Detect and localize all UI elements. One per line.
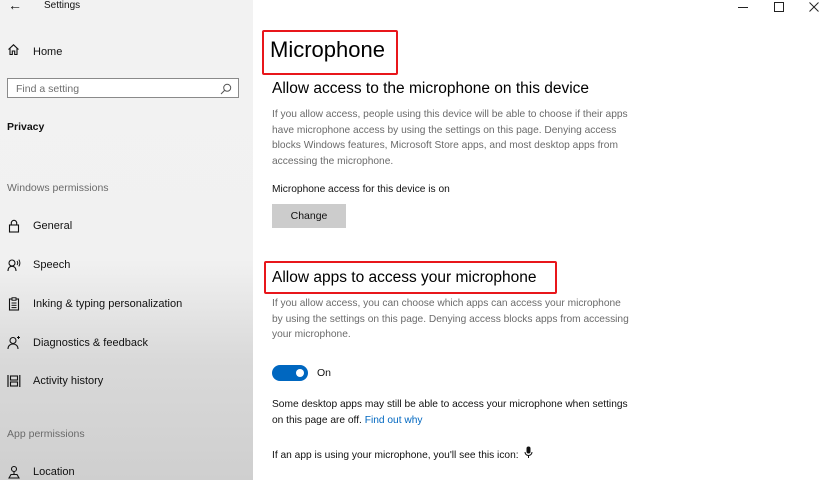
toggle-knob	[296, 369, 304, 377]
sidebar-item-label: Location	[33, 466, 75, 478]
activity-history-icon	[7, 374, 21, 388]
apps-access-toggle[interactable]	[272, 365, 308, 381]
search-icon[interactable]	[220, 82, 232, 100]
home-icon	[7, 43, 20, 61]
device-section-description: If you allow access, people using this d…	[272, 109, 628, 167]
sidebar-item-activity-history[interactable]: Activity history	[7, 373, 103, 389]
desktop-apps-note: Some desktop apps may still be able to a…	[272, 397, 632, 428]
location-icon	[7, 465, 21, 479]
mic-icon-note-text: If an app is using your microphone, you'…	[272, 449, 519, 461]
apps-section-description: If you allow access, you can choose whic…	[272, 298, 629, 340]
sidebar-item-label: Inking & typing personalization	[33, 298, 183, 310]
sidebar-item-label: Activity history	[33, 375, 104, 387]
back-arrow-icon[interactable]: ←	[8, 0, 22, 13]
change-button[interactable]: Change	[272, 204, 346, 228]
sidebar-item-label: Diagnostics & feedback	[33, 337, 148, 349]
sidebar-item-speech[interactable]: Speech	[7, 257, 70, 273]
desktop-note-text: Some desktop apps may still be able to a…	[272, 399, 628, 426]
page-title: Microphone	[270, 37, 385, 62]
search-input[interactable]	[16, 82, 216, 95]
sidebar-item-inking[interactable]: Inking & typing personalization	[7, 296, 182, 312]
sidebar-item-label: General	[33, 220, 73, 232]
device-section-heading: Allow access to the microphone on this d…	[272, 80, 590, 97]
apps-section-heading: Allow apps to access your microphone	[272, 269, 537, 286]
device-access-status: Microphone access for this device is on	[272, 184, 450, 195]
windows-permissions-header: Windows permissions	[7, 182, 109, 194]
sidebar-item-home[interactable]: Home	[7, 44, 62, 60]
sidebar-item-general[interactable]: General	[7, 218, 72, 234]
section-title: Privacy	[7, 121, 45, 133]
speech-icon	[7, 258, 21, 272]
toggle-state-label: On	[317, 367, 332, 379]
minimize-icon[interactable]	[733, 0, 753, 14]
find-out-why-link[interactable]: Find out why	[365, 415, 423, 426]
window-title: Settings	[44, 0, 81, 11]
clipboard-icon	[7, 297, 21, 311]
sidebar-item-label: Home	[33, 46, 63, 58]
sidebar: ← Settings Home Privacy Windows permissi…	[0, 0, 253, 480]
close-icon[interactable]	[804, 0, 824, 14]
maximize-icon[interactable]	[769, 0, 789, 14]
sidebar-item-diagnostics[interactable]: Diagnostics & feedback	[7, 335, 148, 351]
sidebar-item-label: Speech	[33, 259, 71, 271]
app-permissions-header: App permissions	[7, 428, 85, 440]
mic-icon-note: If an app is using your microphone, you'…	[272, 446, 632, 465]
microphone-icon	[524, 446, 533, 465]
sidebar-item-location[interactable]: Location	[7, 464, 75, 480]
lock-icon	[7, 219, 21, 233]
search-box[interactable]	[7, 78, 239, 98]
diagnostics-icon	[7, 336, 21, 350]
